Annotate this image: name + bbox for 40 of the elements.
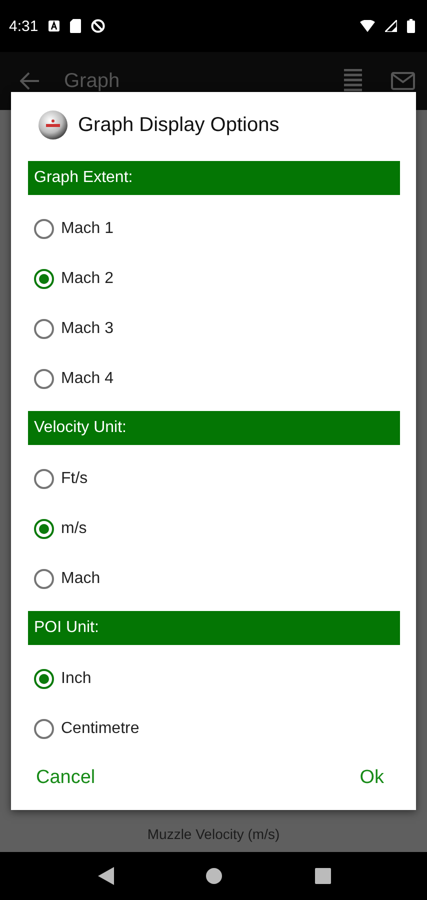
battery-icon bbox=[407, 19, 415, 33]
section-header: Graph Extent: bbox=[28, 161, 400, 195]
home-icon[interactable] bbox=[206, 868, 222, 884]
blocked-icon bbox=[91, 19, 106, 33]
radio-button[interactable] bbox=[34, 519, 54, 539]
app-logo-icon bbox=[38, 110, 68, 140]
cancel-button[interactable]: Cancel bbox=[34, 763, 98, 793]
axis-label: Muzzle Velocity (m/s) bbox=[147, 826, 280, 842]
option-label[interactable]: Mach 2 bbox=[61, 270, 114, 288]
option-label[interactable]: Inch bbox=[61, 670, 92, 688]
radio-button[interactable] bbox=[34, 269, 54, 289]
option-label[interactable]: Mach 4 bbox=[61, 370, 114, 388]
wifi-icon bbox=[360, 20, 375, 32]
option-label[interactable]: Mach 3 bbox=[61, 320, 114, 338]
keyboard-icon bbox=[48, 20, 60, 32]
radio-button[interactable] bbox=[34, 719, 54, 739]
sd-card-icon bbox=[70, 19, 82, 33]
dialog-title: Graph Display Options bbox=[78, 114, 280, 136]
back-arrow-icon[interactable] bbox=[20, 72, 40, 90]
recents-icon[interactable] bbox=[314, 868, 331, 884]
signal-icon bbox=[385, 20, 397, 32]
radio-button[interactable] bbox=[34, 369, 54, 389]
app-bar-title: Graph bbox=[64, 70, 121, 92]
option-label[interactable]: Centimetre bbox=[61, 720, 140, 738]
section-header: POI Unit: bbox=[28, 611, 400, 645]
option-label[interactable]: Ft/s bbox=[61, 470, 88, 488]
list-icon[interactable] bbox=[344, 69, 362, 93]
radio-button[interactable] bbox=[34, 469, 54, 489]
radio-button[interactable] bbox=[34, 569, 54, 589]
section-header: Velocity Unit: bbox=[28, 411, 400, 445]
radio-button[interactable] bbox=[34, 669, 54, 689]
option-label[interactable]: m/s bbox=[61, 520, 87, 538]
radio-button[interactable] bbox=[34, 319, 54, 339]
mail-icon[interactable] bbox=[391, 72, 415, 90]
back-icon[interactable] bbox=[98, 867, 114, 885]
option-label[interactable]: Mach bbox=[61, 570, 100, 588]
status-time: 4:31 bbox=[9, 18, 38, 34]
radio-button[interactable] bbox=[34, 219, 54, 239]
option-label[interactable]: Mach 1 bbox=[61, 220, 114, 238]
ok-button[interactable]: Ok bbox=[358, 763, 386, 793]
